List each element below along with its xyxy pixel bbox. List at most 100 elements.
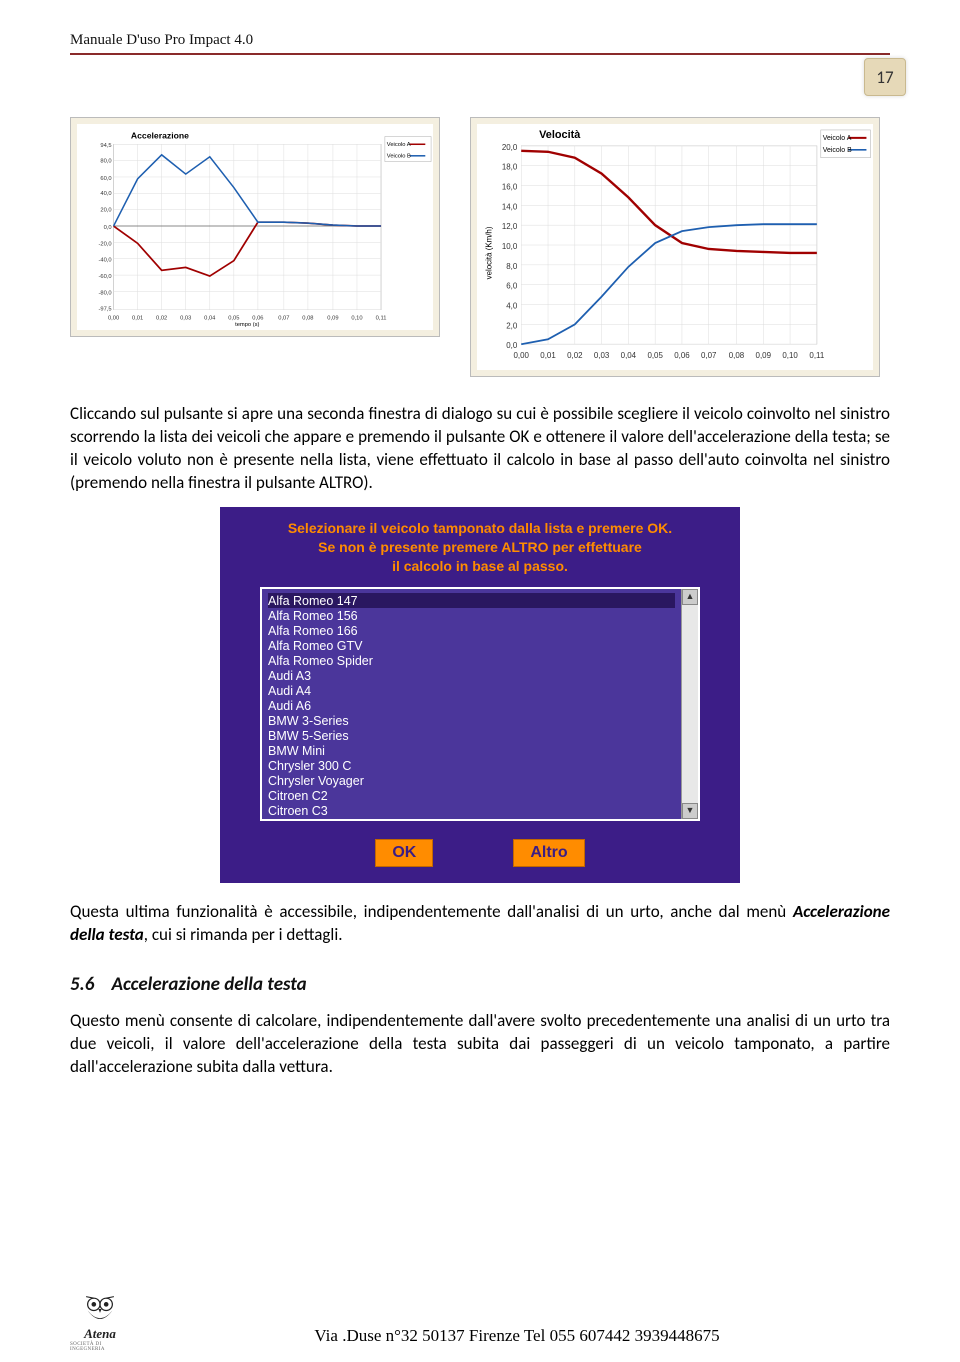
owl-icon bbox=[78, 1292, 122, 1326]
brand-name: Atena bbox=[84, 1326, 116, 1342]
svg-text:10,0: 10,0 bbox=[502, 242, 518, 251]
svg-text:4,0: 4,0 bbox=[506, 302, 518, 311]
section-number: 5.6 bbox=[70, 973, 94, 996]
page: Manuale D'uso Pro Impact 4.0 17 bbox=[0, 0, 960, 1362]
dialog-title-line1: Selezionare il veicolo tamponato dalla l… bbox=[288, 520, 672, 536]
altro-button[interactable]: Altro bbox=[513, 839, 584, 867]
svg-text:6,0: 6,0 bbox=[506, 282, 518, 291]
brand-sub: SOCIETÀ DI INGEGNERIA bbox=[70, 1342, 130, 1352]
list-item[interactable]: Citroen C3 bbox=[268, 803, 675, 818]
svg-text:-60,0: -60,0 bbox=[98, 274, 111, 280]
chart-velocita: Velocità 20,0 18,0 16,0 14,0 12,0 10,0 8,0 6,… bbox=[470, 117, 880, 377]
list-item[interactable]: Audi A4 bbox=[268, 683, 675, 698]
svg-text:0,07: 0,07 bbox=[701, 351, 716, 360]
svg-text:-20,0: -20,0 bbox=[98, 241, 111, 247]
svg-text:0,05: 0,05 bbox=[228, 315, 239, 321]
svg-text:0,09: 0,09 bbox=[756, 351, 772, 360]
list-item[interactable]: Alfa Romeo GTV bbox=[268, 638, 675, 653]
svg-text:tempo (s): tempo (s) bbox=[235, 322, 259, 328]
scroll-up-icon[interactable]: ▲ bbox=[682, 589, 698, 605]
dialog-title-line2: Se non è presente premere ALTRO per effe… bbox=[318, 539, 642, 555]
footer: Atena SOCIETÀ DI INGEGNERIA Via .Duse n°… bbox=[70, 1292, 890, 1352]
svg-text:0,10: 0,10 bbox=[782, 351, 798, 360]
list-item[interactable]: BMW 3-Series bbox=[268, 713, 675, 728]
footer-address: Via .Duse n°32 50137 Firenze Tel 055 607… bbox=[144, 1326, 890, 1352]
svg-text:-40,0: -40,0 bbox=[98, 258, 111, 264]
svg-text:0,09: 0,09 bbox=[327, 315, 338, 321]
list-item[interactable]: Audi A3 bbox=[268, 668, 675, 683]
svg-text:0,00: 0,00 bbox=[514, 351, 530, 360]
list-item[interactable]: BMW 5-Series bbox=[268, 728, 675, 743]
svg-text:0,02: 0,02 bbox=[567, 351, 582, 360]
svg-text:Veicolo B: Veicolo B bbox=[823, 147, 852, 154]
para2-post: , cui si rimanda per i dettagli. bbox=[144, 924, 343, 945]
svg-text:-97,5: -97,5 bbox=[98, 307, 111, 313]
svg-text:0,0: 0,0 bbox=[506, 341, 518, 350]
section-title: Accelerazione della testa bbox=[112, 973, 307, 996]
ok-button[interactable]: OK bbox=[375, 839, 433, 867]
svg-text:0,0: 0,0 bbox=[104, 225, 112, 231]
svg-text:0,01: 0,01 bbox=[540, 351, 556, 360]
svg-text:40,0: 40,0 bbox=[100, 191, 111, 197]
svg-text:0,03: 0,03 bbox=[180, 315, 191, 321]
svg-text:0,03: 0,03 bbox=[594, 351, 610, 360]
chart1-title-text: Accelerazione bbox=[131, 130, 189, 140]
charts-row: Accelerazione 94,580,0 60,040,0 20,00,0 … bbox=[70, 117, 890, 377]
list-item[interactable]: Chrysler Voyager bbox=[268, 773, 675, 788]
svg-text:0,02: 0,02 bbox=[156, 315, 167, 321]
svg-text:14,0: 14,0 bbox=[502, 202, 518, 211]
page-number-badge: 17 bbox=[864, 58, 906, 96]
svg-text:0,01: 0,01 bbox=[132, 315, 143, 321]
svg-text:0,11: 0,11 bbox=[809, 351, 824, 360]
section-heading: 5.6 Accelerazione della testa bbox=[70, 973, 890, 996]
svg-text:0,04: 0,04 bbox=[204, 315, 216, 321]
svg-text:80,0: 80,0 bbox=[100, 159, 111, 165]
svg-text:-80,0: -80,0 bbox=[98, 290, 111, 296]
list-item[interactable]: Citroen C2 bbox=[268, 788, 675, 803]
dialog-title: Selezionare il veicolo tamponato dalla l… bbox=[234, 519, 726, 576]
svg-text:0,06: 0,06 bbox=[252, 315, 263, 321]
svg-text:2,0: 2,0 bbox=[506, 321, 518, 330]
list-item[interactable]: Alfa Romeo 166 bbox=[268, 623, 675, 638]
svg-text:0,06: 0,06 bbox=[674, 351, 690, 360]
svg-text:60,0: 60,0 bbox=[100, 176, 111, 182]
svg-text:18,0: 18,0 bbox=[502, 163, 518, 172]
list-item[interactable]: BMW Mini bbox=[268, 743, 675, 758]
svg-text:20,0: 20,0 bbox=[502, 143, 518, 152]
list-item[interactable]: Alfa Romeo Spider bbox=[268, 653, 675, 668]
svg-text:0,04: 0,04 bbox=[621, 351, 637, 360]
header-divider bbox=[70, 53, 890, 55]
svg-text:0,10: 0,10 bbox=[351, 315, 362, 321]
chart-accelerazione: Accelerazione 94,580,0 60,040,0 20,00,0 … bbox=[70, 117, 440, 337]
paragraph-2: Questa ultima funzionalità è accessibile… bbox=[70, 901, 890, 947]
svg-text:94,5: 94,5 bbox=[100, 143, 111, 149]
chart2-title-text: Velocità bbox=[539, 129, 581, 141]
svg-text:8,0: 8,0 bbox=[506, 262, 518, 271]
svg-text:12,0: 12,0 bbox=[502, 222, 518, 231]
vehicle-listbox[interactable]: Alfa Romeo 147Alfa Romeo 156Alfa Romeo 1… bbox=[260, 587, 700, 821]
list-item[interactable]: Alfa Romeo 147 bbox=[268, 593, 675, 608]
paragraph-1: Cliccando sul pulsante si apre una secon… bbox=[70, 403, 890, 495]
svg-text:0,08: 0,08 bbox=[729, 351, 745, 360]
atena-logo: Atena SOCIETÀ DI INGEGNERIA bbox=[70, 1292, 130, 1352]
doc-header: Manuale D'uso Pro Impact 4.0 bbox=[70, 32, 890, 49]
svg-text:0,08: 0,08 bbox=[302, 315, 313, 321]
scroll-down-icon[interactable]: ▼ bbox=[682, 803, 698, 819]
svg-text:0,05: 0,05 bbox=[647, 351, 663, 360]
para2-pre: Questa ultima funzionalità è accessibile… bbox=[70, 901, 793, 922]
listbox-scrollbar[interactable]: ▲ ▼ bbox=[681, 589, 698, 819]
dialog-title-line3: il calcolo in base al passo. bbox=[392, 558, 568, 574]
svg-text:0,00: 0,00 bbox=[108, 315, 119, 321]
svg-text:Veicolo A: Veicolo A bbox=[823, 135, 852, 142]
svg-text:20,0: 20,0 bbox=[100, 208, 111, 214]
list-item[interactable]: Alfa Romeo 156 bbox=[268, 608, 675, 623]
svg-text:16,0: 16,0 bbox=[502, 182, 518, 191]
svg-text:0,07: 0,07 bbox=[278, 315, 289, 321]
svg-text:0,11: 0,11 bbox=[376, 315, 387, 321]
paragraph-3: Questo menù consente di calcolare, indip… bbox=[70, 1010, 890, 1079]
list-item[interactable]: Chrysler 300 C bbox=[268, 758, 675, 773]
svg-text:Veicolo A: Veicolo A bbox=[387, 142, 411, 148]
svg-text:velocità (Km/h): velocità (Km/h) bbox=[484, 226, 493, 279]
list-item[interactable]: Audi A6 bbox=[268, 698, 675, 713]
svg-text:Veicolo B: Veicolo B bbox=[387, 154, 411, 160]
